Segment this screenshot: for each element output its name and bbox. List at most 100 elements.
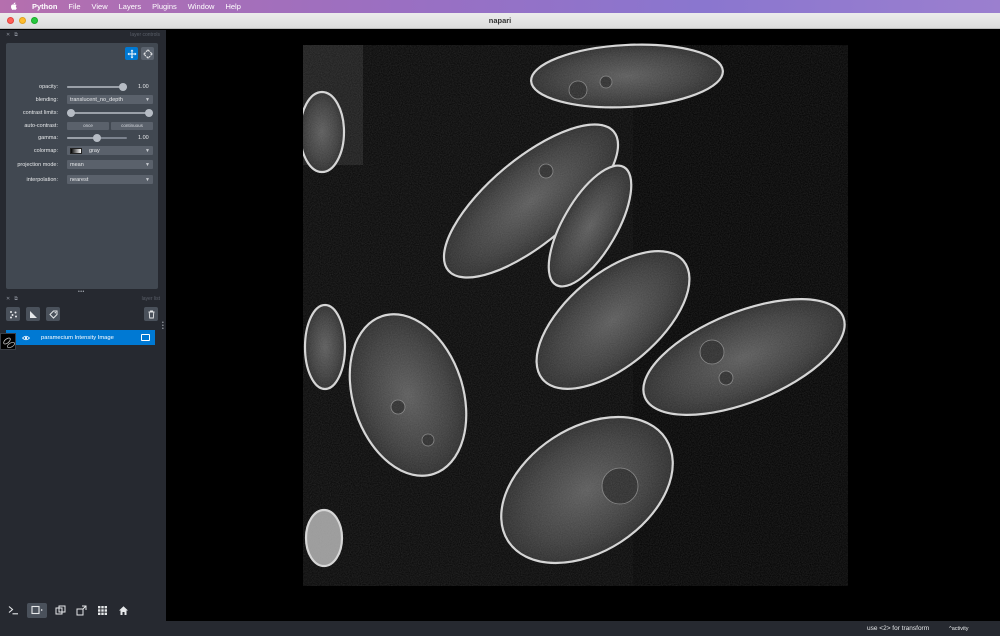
terminal-icon xyxy=(8,606,18,615)
transpose-button[interactable] xyxy=(74,603,89,618)
float-dock-icon[interactable]: ⧉ xyxy=(14,296,18,302)
transpose-icon xyxy=(76,605,87,615)
transform-button[interactable] xyxy=(141,47,154,60)
contrast-max-handle[interactable] xyxy=(145,108,153,117)
layer-name: paramecium Intensity Image xyxy=(41,334,114,341)
ndisplay-button[interactable] xyxy=(27,602,47,618)
layer-list-header: ✕ ⧉ layer list xyxy=(0,294,166,303)
new-points-layer-button[interactable] xyxy=(6,307,20,321)
layer-controls-title: layer controls xyxy=(130,31,160,38)
points-icon xyxy=(9,310,17,318)
left-dock: ✕ ⧉ layer controls opacity: 1.00 blendin… xyxy=(0,30,166,621)
chevron-down-icon: ▼ xyxy=(145,161,150,168)
contrast-range-slider[interactable] xyxy=(67,108,153,117)
menu-app[interactable]: Python xyxy=(32,2,57,11)
status-bar: use <2> for transform ^activity xyxy=(0,621,1000,636)
projection-label: projection mode: xyxy=(17,161,58,168)
blending-label: blending: xyxy=(35,96,58,103)
close-dock-icon[interactable]: ✕ xyxy=(6,296,10,302)
grid-view-button[interactable] xyxy=(95,603,110,618)
contrast-label: contrast limits: xyxy=(22,109,58,116)
roll-dimensions-button[interactable] xyxy=(53,603,68,618)
interpolation-select[interactable]: nearest ▼ xyxy=(67,175,153,184)
layer-list: paramecium Intensity Image xyxy=(0,326,158,620)
close-dock-icon[interactable]: ✕ xyxy=(6,32,10,38)
viewer-buttons xyxy=(0,601,166,619)
projection-value: mean xyxy=(70,161,84,168)
grid-icon xyxy=(98,605,107,615)
eye-icon xyxy=(22,335,30,340)
tag-icon xyxy=(48,310,57,319)
interpolation-value: nearest xyxy=(70,176,89,183)
layer-list-resize-handle[interactable]: • • • xyxy=(162,321,164,332)
new-shapes-layer-button[interactable] xyxy=(26,307,40,321)
layer-controls-panel: opacity: 1.00 blending: translucent_no_d… xyxy=(6,43,158,289)
chevron-down-icon: ▼ xyxy=(145,96,150,103)
trash-icon xyxy=(148,310,154,318)
menu-view[interactable]: View xyxy=(92,2,108,11)
autocontrast-continuous-button[interactable]: continuous xyxy=(111,121,153,130)
layer-controls-header: ✕ ⧉ layer controls xyxy=(0,30,166,39)
image-layer-icon xyxy=(141,334,150,341)
blending-row: blending: translucent_no_depth ▼ xyxy=(6,94,158,105)
layer-tools xyxy=(6,306,158,322)
menu-window[interactable]: Window xyxy=(188,2,215,11)
menu-plugins[interactable]: Plugins xyxy=(152,2,177,11)
menu-layers[interactable]: Layers xyxy=(119,2,142,11)
blending-select[interactable]: translucent_no_depth ▼ xyxy=(67,95,153,104)
projection-select[interactable]: mean ▼ xyxy=(67,160,153,169)
menu-bar: Python File View Layers Plugins Window H… xyxy=(0,0,1000,13)
float-dock-icon[interactable]: ⧉ xyxy=(14,32,18,38)
menu-help[interactable]: Help xyxy=(225,2,240,11)
interpolation-label: interpolation: xyxy=(26,176,59,183)
home-icon xyxy=(119,605,128,615)
contrast-min-handle[interactable] xyxy=(67,108,75,117)
activity-button[interactable]: ^activity xyxy=(949,626,968,632)
layer-thumbnail xyxy=(0,333,16,350)
new-labels-layer-button[interactable] xyxy=(46,307,60,321)
projection-row: projection mode: mean ▼ xyxy=(6,159,158,170)
autocontrast-once-button[interactable]: once xyxy=(67,121,109,130)
menu-file[interactable]: File xyxy=(68,2,80,11)
opacity-label: opacity: xyxy=(39,83,58,90)
opacity-row: opacity: 1.00 xyxy=(6,81,158,92)
square-2d-icon xyxy=(30,605,43,615)
autocontrast-row: auto-contrast: once continuous xyxy=(6,120,158,131)
layer-list-title: layer list xyxy=(141,295,160,302)
pan-zoom-button[interactable] xyxy=(125,47,138,60)
status-hint: use <2> for transform xyxy=(867,625,930,632)
opacity-value: 1.00 xyxy=(138,83,149,90)
image-canvas[interactable] xyxy=(166,30,1000,621)
gamma-label: gamma: xyxy=(38,134,58,141)
gamma-value: 1.00 xyxy=(138,134,149,141)
chevron-down-icon: ▼ xyxy=(145,176,150,183)
autocontrast-label: auto-contrast: xyxy=(24,122,58,129)
shapes-icon xyxy=(29,310,37,318)
move-icon xyxy=(127,49,136,58)
colormap-select[interactable]: gray ▼ xyxy=(67,146,153,155)
contrast-row: contrast limits: xyxy=(6,107,158,118)
opacity-slider[interactable] xyxy=(67,82,127,91)
console-button[interactable] xyxy=(6,603,21,618)
contrast-range-fill xyxy=(67,111,153,114)
gamma-row: gamma: 1.00 xyxy=(6,132,158,143)
transform-icon xyxy=(143,49,152,58)
window-title-bar: napari xyxy=(0,13,1000,29)
delete-layer-button[interactable] xyxy=(144,307,158,321)
roll-icon xyxy=(55,605,66,614)
visibility-toggle[interactable] xyxy=(21,335,31,341)
paramecium-image xyxy=(166,30,848,621)
apple-icon[interactable] xyxy=(10,2,18,11)
colormap-swatch xyxy=(70,147,82,154)
window-title: napari xyxy=(488,16,512,25)
layer-item[interactable]: paramecium Intensity Image xyxy=(0,330,155,350)
blending-value: translucent_no_depth xyxy=(70,96,123,103)
activity-label: activity xyxy=(951,625,969,632)
home-button[interactable] xyxy=(116,603,131,618)
colormap-row: colormap: gray ▼ xyxy=(6,145,158,156)
colormap-label: colormap: xyxy=(33,147,58,154)
chevron-down-icon: ▼ xyxy=(145,147,150,154)
interpolation-row: interpolation: nearest ▼ xyxy=(6,174,158,185)
gamma-slider[interactable] xyxy=(67,133,127,142)
colormap-value: gray xyxy=(89,147,100,154)
